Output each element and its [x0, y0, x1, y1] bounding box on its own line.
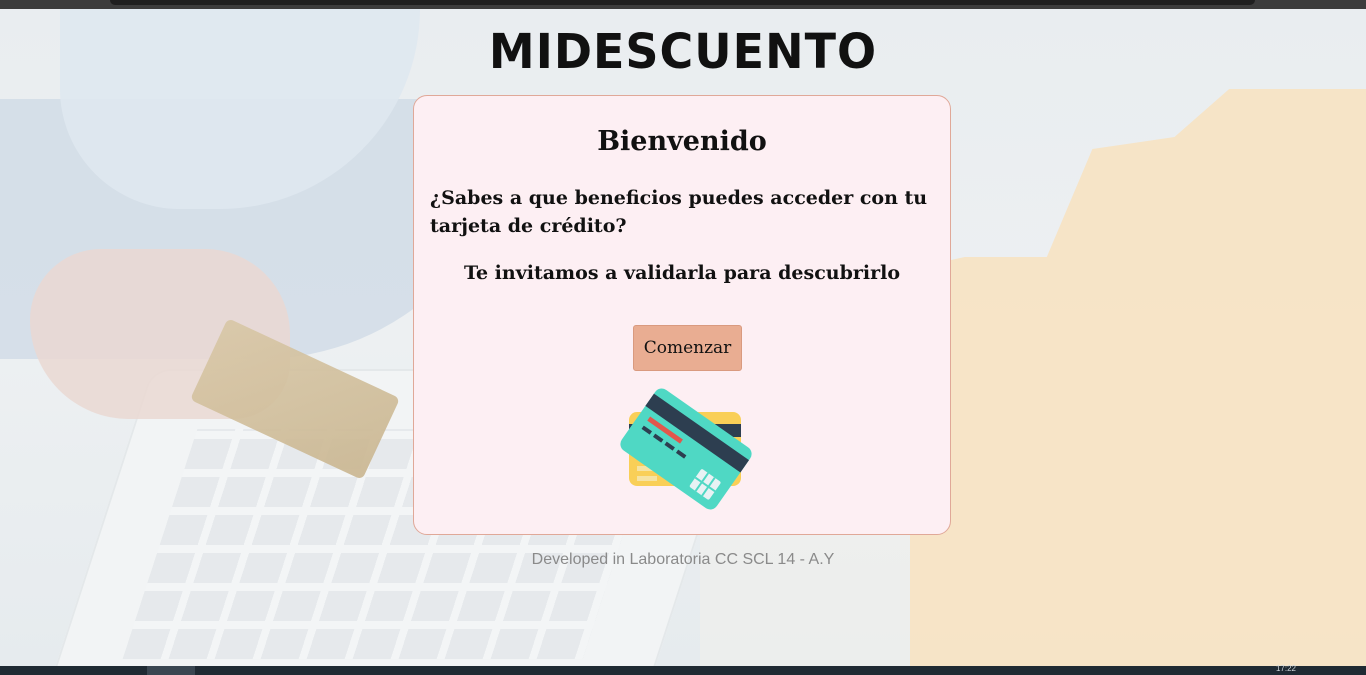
welcome-question: ¿Sabes a que beneficios puedes acceder c… [430, 187, 928, 237]
credit-card-front [620, 388, 752, 510]
welcome-title: Bienvenido [597, 126, 767, 157]
welcome-card: Bienvenido ¿Sabes a que beneficios puede… [413, 95, 951, 535]
browser-top-strip [0, 0, 1366, 9]
welcome-invite: Te invitamos a validarla para descubrirl… [464, 262, 900, 284]
credit-card-icon [620, 388, 752, 510]
browser-address-bar[interactable] [110, 0, 1255, 5]
taskbar-active-app[interactable] [147, 666, 195, 675]
credit-card-back-line [637, 476, 657, 481]
background-dress [910, 89, 1366, 666]
start-button[interactable]: Comenzar [633, 325, 742, 371]
footer-credit: Developed in Laboratoria CC SCL 14 - A.Y [531, 551, 835, 568]
taskbar: 17:22 [0, 664, 1366, 675]
taskbar-clock: 17:22 [1275, 664, 1296, 673]
site-logo: MIDESCUENTO [488, 22, 878, 80]
